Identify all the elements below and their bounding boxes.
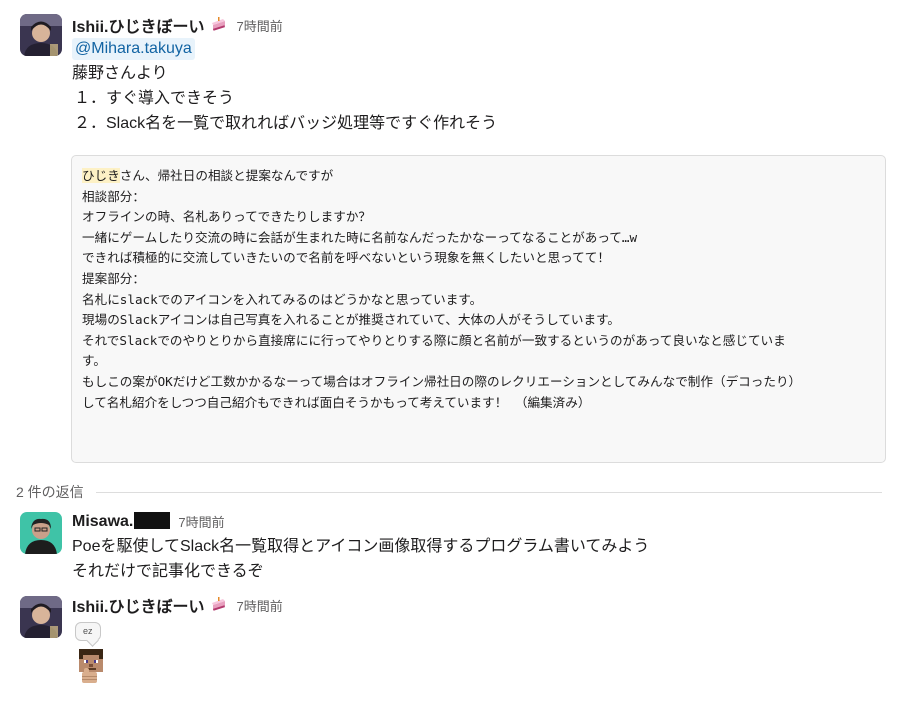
avatar[interactable] [20, 512, 62, 554]
message-line: 藤野さんより [72, 65, 168, 82]
quote-line: もしこの案がOKだけど工数かかるなーって場合はオフライン帰社日の際のレクリエーシ… [82, 373, 802, 389]
quote-line: 現場のSlackアイコンは自己写真を入れることが推奨されていて、大体の人がそうし… [82, 312, 621, 328]
quote-line: できれば積極的に交流していきたいので名前を呼べないという現象を無くしたいと思って… [82, 250, 610, 266]
quote-line: 名札にslackでのアイコンを入れてみるのはどうかなと思っています。 [82, 291, 483, 307]
highlighted-word: ひじき [82, 168, 120, 183]
message-line: ２．Slack名を一覧で取れればバッジ処理等ですぐ作れそう [74, 115, 498, 132]
message-line: それだけで記事化できるぞ [72, 563, 264, 580]
speech-bubble: ez [75, 622, 101, 641]
quote-line: 相談部分： [82, 188, 145, 204]
cake-icon [210, 16, 228, 34]
message-2: Misawa. 7時間前 Poeを駆使してSlack名一覧取得とアイコン画像取得… [20, 510, 888, 580]
timestamp[interactable]: 7時間前 [178, 512, 224, 531]
avatar[interactable] [20, 596, 62, 638]
timestamp[interactable]: 7時間前 [236, 16, 282, 35]
quote-line: 提案部分： [82, 270, 145, 286]
quote-line: す。 [82, 353, 106, 369]
author-name[interactable]: Ishii.ひじきぼーい [72, 593, 204, 617]
thread-replies-divider: 2 件の返信 [16, 482, 882, 502]
message-1: Ishii.ひじきぼーい 7時間前 @Mihara.takuya 藤野さんより … [20, 14, 888, 469]
message-line: Poeを駆使してSlack名一覧取得とアイコン画像取得するプログラム書いてみよう [72, 538, 650, 555]
avatar[interactable] [20, 14, 62, 56]
quote-line: ひじきさん、帰社日の相談と提案なんですが [82, 168, 334, 183]
quote-line: して名札紹介をしつつ自己紹介もできれば面白そうかもって考えています！ （編集済み… [82, 394, 591, 410]
author-name[interactable]: Misawa. [72, 511, 171, 531]
message-line: １．すぐ導入できそう [74, 90, 235, 107]
author-name[interactable]: Ishii.ひじきぼーい [72, 13, 204, 37]
redacted-name-block [134, 511, 171, 529]
message-3: Ishii.ひじきぼーい 7時間前 ez [20, 594, 888, 694]
cake-icon [210, 596, 228, 614]
quote-line: オフラインの時、名札ありってできたりしますか？ [82, 209, 372, 225]
quoted-code-block: ひじきさん、帰社日の相談と提案なんですが 相談部分： オフラインの時、名札ありっ… [71, 155, 886, 463]
divider-line [95, 491, 882, 493]
quote-line: 一緒にゲームしたり交流の時に会話が生まれた時に名前なんだったかなーってなることが… [82, 229, 638, 245]
speech-bubble-text: ez [83, 626, 93, 636]
timestamp[interactable]: 7時間前 [236, 596, 282, 615]
replies-count: 2 件の返信 [16, 484, 84, 500]
mention-link[interactable]: @Mihara.takuya [72, 38, 195, 60]
quote-line: それでSlackでのやりとりから直接席にに行ってやりとりする際に顔と名前が一致す… [82, 332, 786, 348]
blocky-character-thumbs-up-emoji[interactable] [76, 648, 106, 684]
